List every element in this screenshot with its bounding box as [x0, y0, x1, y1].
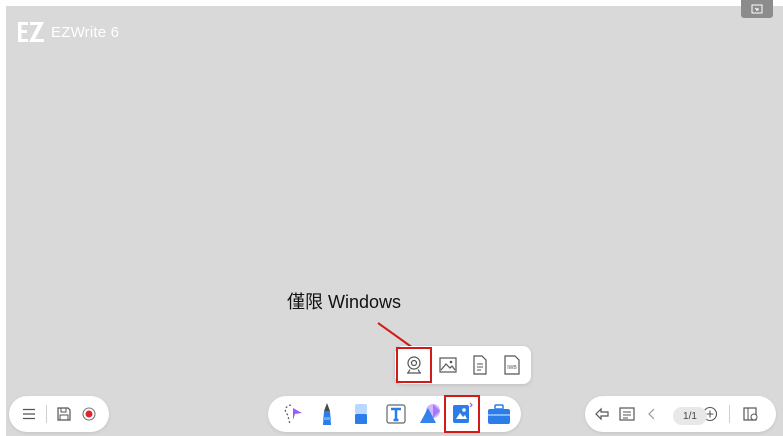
undo-icon [595, 407, 609, 421]
pen-button[interactable] [314, 401, 340, 427]
eraser-icon [355, 404, 367, 424]
lasso-select-icon [284, 404, 302, 424]
page-indicator[interactable]: 1/1 [673, 407, 707, 425]
webcam-icon [407, 356, 421, 374]
app-title: EZWrite 6 [51, 23, 120, 41]
shapes-button[interactable] [417, 401, 443, 427]
toolbar-divider [46, 405, 47, 423]
menu-icon [23, 408, 35, 420]
text-icon [386, 404, 406, 424]
insert-document-button[interactable] [468, 353, 492, 377]
text-button[interactable] [383, 401, 409, 427]
iwb-file-icon: IWB [504, 355, 520, 375]
eraser-button[interactable] [348, 401, 374, 427]
insert-icon [453, 402, 473, 423]
toolbox-button[interactable] [486, 401, 512, 427]
insert-button[interactable] [444, 395, 480, 433]
left-toolbar [9, 396, 109, 432]
insert-popup-menu: IWB [395, 346, 531, 384]
ez-logo-icon [18, 22, 44, 42]
center-toolbar [268, 395, 521, 433]
shapes-icon [420, 404, 440, 423]
annotation-label: 僅限 Windows [287, 292, 402, 312]
document-icon [473, 355, 487, 375]
fullscreen-toggle-button[interactable] [741, 0, 773, 18]
insert-image-button[interactable] [436, 353, 460, 377]
page-list-icon [619, 407, 635, 421]
pen-icon [323, 403, 331, 425]
record-button[interactable] [80, 405, 98, 423]
record-icon [82, 407, 96, 421]
page-list-button[interactable] [618, 405, 636, 423]
menu-button[interactable] [20, 405, 38, 423]
undo-button[interactable] [593, 405, 611, 423]
prev-page-button[interactable] [643, 405, 661, 423]
page-manager-button[interactable] [742, 405, 760, 423]
iwb-label: IWB [507, 365, 517, 371]
toolbox-icon [488, 404, 510, 424]
app-logo: EZWrite 6 [16, 20, 119, 44]
lasso-select-button[interactable] [280, 401, 306, 427]
page-manager-icon [743, 407, 758, 421]
toolbar-divider [729, 405, 730, 423]
prev-page-icon [648, 408, 655, 420]
image-icon [439, 357, 457, 373]
save-icon [57, 407, 71, 421]
insert-iwb-button[interactable]: IWB [500, 353, 524, 377]
insert-camera-button[interactable] [396, 347, 432, 383]
fullscreen-icon [751, 4, 763, 14]
save-button[interactable] [55, 405, 73, 423]
